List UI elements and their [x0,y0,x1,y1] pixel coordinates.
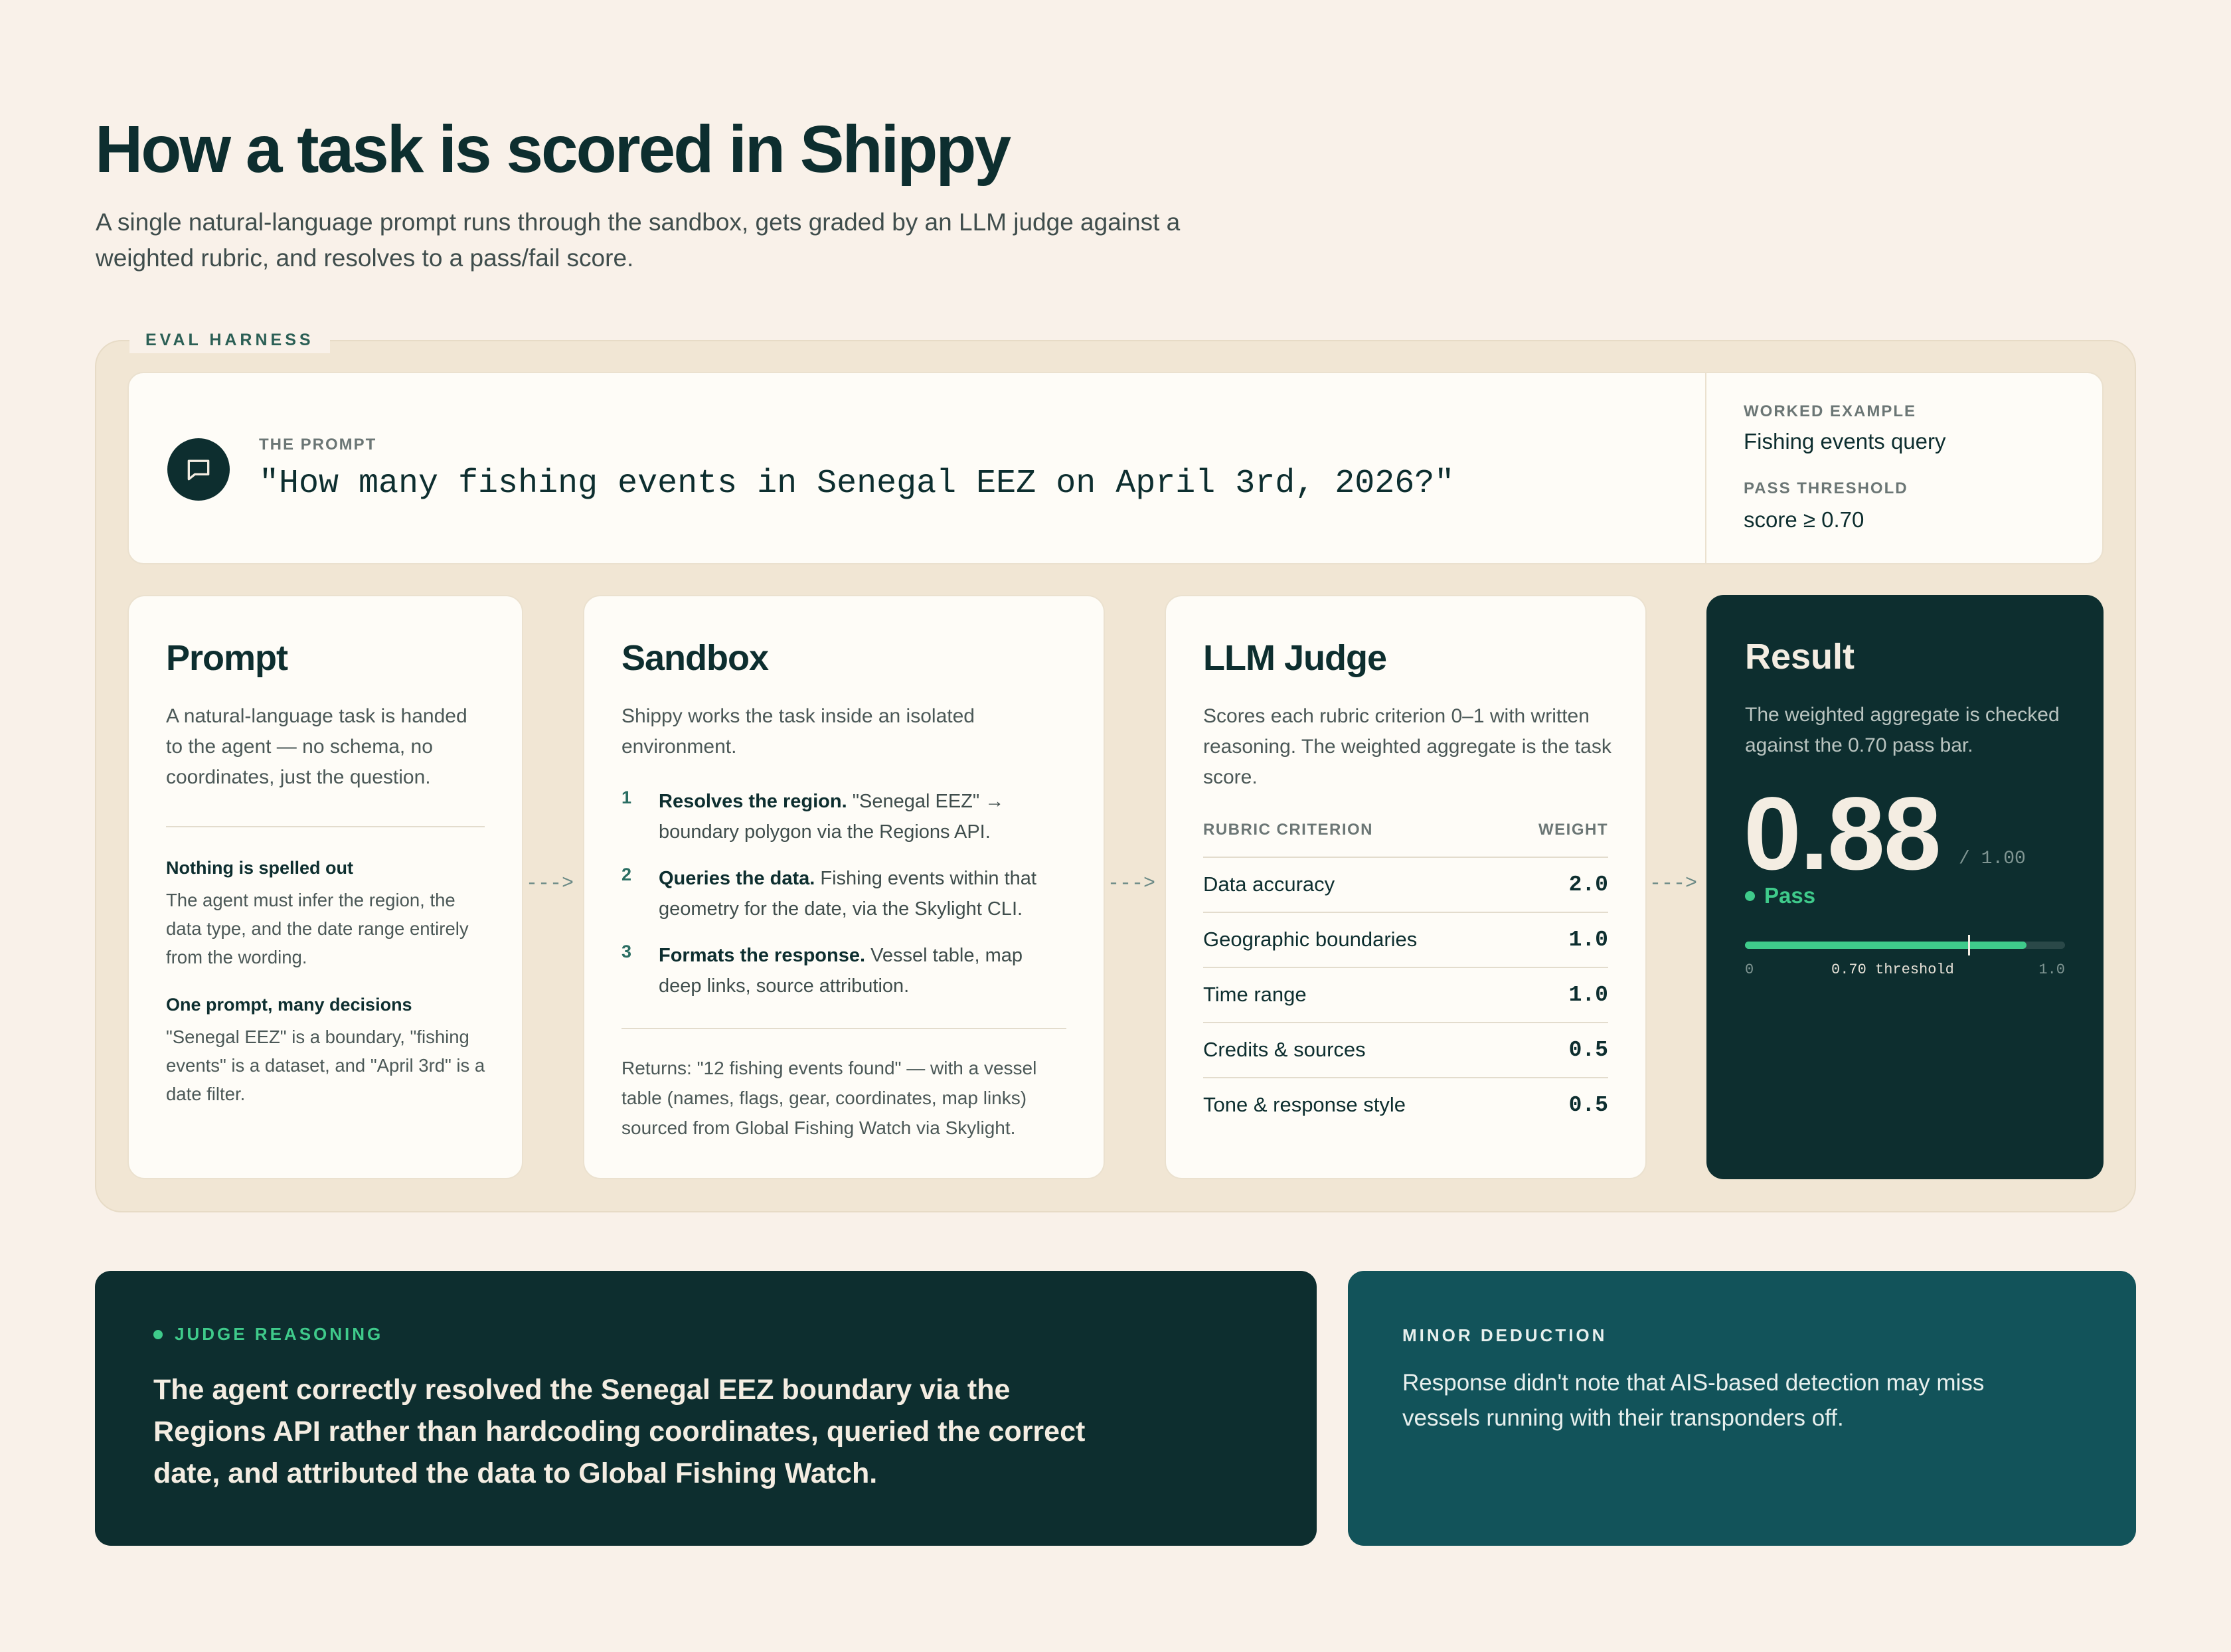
score-bar-fill [1745,942,2027,949]
rubric-weight: 0.5 [1568,1093,1608,1117]
rubric-col-weight: WEIGHT [1538,821,1608,839]
stage-judge-title: LLM Judge [1203,638,1387,678]
pass-threshold-value: score ≥ 0.70 [1744,507,1864,532]
flow-arrow: ---> [526,872,574,895]
rubric-weight: 1.0 [1568,928,1608,952]
pass-status: Pass [1745,883,1815,908]
axis-max-label: 1.0 [2038,961,2065,978]
step-title: Resolves the region. [659,791,847,812]
stage-judge-desc: Scores each rubric criterion 0–1 with wr… [1203,705,1611,788]
step-number: 1 [621,787,632,807]
step-number: 3 [621,942,632,961]
page-title: How a task is scored in Shippy [95,112,1011,187]
worked-example-value: Fishing events query [1744,429,1946,454]
stage-sandbox-title: Sandbox [621,638,769,678]
threshold-marker [1968,935,1971,955]
rubric-row: Credits & sources 0.5 [1203,1022,1608,1077]
status-dot-icon [1745,890,1755,901]
stage-result-desc: The weighted aggregate is checked agains… [1745,704,2060,756]
sandbox-step: 1 Resolves the region. "Senegal EEZ" → b… [621,786,1070,847]
judge-reasoning-text: The agent correctly resolved the Senegal… [153,1374,1086,1489]
rubric-weight: 2.0 [1568,872,1608,897]
eval-harness-tag: EVAL HARNESS [129,327,330,353]
step-title: Formats the response. [659,945,866,966]
page-subtitle: A single natural-language prompt runs th… [96,208,1181,272]
stage-result-card: Result The weighted aggregate is checked… [1706,595,2104,1179]
rubric-row: Time range 1.0 [1203,967,1608,1022]
pass-threshold-label: PASS THRESHOLD [1744,479,1908,497]
rubric-criterion: Tone & response style [1203,1093,1406,1116]
stage-judge-card: LLM Judge Scores each rubric criterion 0… [1165,595,1647,1179]
rubric-weight: 1.0 [1568,983,1608,1007]
sandbox-step: 2 Queries the data. Fishing events withi… [621,863,1070,924]
result-score-max: / 1.00 [1959,849,2026,869]
step-title: Queries the data. [659,868,815,889]
minor-deduction-text: Response didn't note that AIS-based dete… [1402,1370,1985,1431]
note-title: Nothing is spelled out [166,858,353,878]
stage-prompt-desc: A natural-language task is handed to the… [166,705,467,788]
rubric-criterion: Geographic boundaries [1203,928,1418,951]
prompt-divider [1705,373,1706,563]
stage-result-title: Result [1745,637,1855,677]
prompt-label: THE PROMPT [259,436,377,454]
note-body: "Senegal EEZ" is a boundary, "fishing ev… [166,1027,485,1104]
flow-arrow: ---> [1649,872,1698,895]
sandbox-step: 3 Formats the response. Vessel table, ma… [621,940,1070,1001]
rubric-col-criterion: RUBRIC CRITERION [1203,821,1373,839]
rubric-header: RUBRIC CRITERION WEIGHT [1203,821,1608,839]
note-body: The agent must infer the region, the dat… [166,890,469,967]
axis-min-label: 0 [1745,961,1754,978]
step-number: 2 [621,865,632,884]
stage-prompt-card: Prompt A natural-language task is handed… [127,595,523,1179]
score-bar-track [1745,935,2065,955]
note-title: One prompt, many decisions [166,995,412,1015]
score-bar-axis: 0 0.70 threshold 1.0 [1745,961,2065,978]
stage-sandbox-desc: Shippy works the task inside an isolated… [621,705,975,758]
divider [621,1028,1066,1029]
result-score: 0.88 [1744,776,1942,892]
divider [166,826,485,827]
rubric-criterion: Time range [1203,983,1307,1006]
judge-reasoning-panel: JUDGE REASONING The agent correctly reso… [95,1271,1317,1546]
stage-sandbox-card: Sandbox Shippy works the task inside an … [583,595,1105,1179]
axis-threshold-label: 0.70 threshold [1831,961,1954,978]
minor-deduction-panel: MINOR DEDUCTION Response didn't note tha… [1348,1271,2136,1546]
worked-example-label: WORKED EXAMPLE [1744,402,1917,420]
rubric-criterion: Data accuracy [1203,872,1335,896]
judge-reasoning-label: JUDGE REASONING [153,1324,383,1345]
rubric-weight: 0.5 [1568,1038,1608,1062]
chat-bubble-icon [167,438,230,501]
judge-reasoning-label-text: JUDGE REASONING [175,1324,384,1344]
rubric-row: Geographic boundaries 1.0 [1203,912,1608,967]
prompt-card: THE PROMPT "How many fishing events in S… [127,372,2104,564]
rubric-row: Data accuracy 2.0 [1203,857,1608,912]
status-dot-icon [153,1329,163,1339]
minor-deduction-label: MINOR DEDUCTION [1402,1325,1608,1345]
prompt-text: "How many fishing events in Senegal EEZ … [259,465,1455,503]
flow-arrow: ---> [1108,872,1156,895]
pass-status-text: Pass [1764,883,1816,908]
rubric-criterion: Credits & sources [1203,1038,1366,1061]
sandbox-returns: Returns: "12 fishing events found" — wit… [621,1058,1037,1138]
rubric-row: Tone & response style 0.5 [1203,1077,1608,1132]
stage-prompt-title: Prompt [166,638,288,678]
